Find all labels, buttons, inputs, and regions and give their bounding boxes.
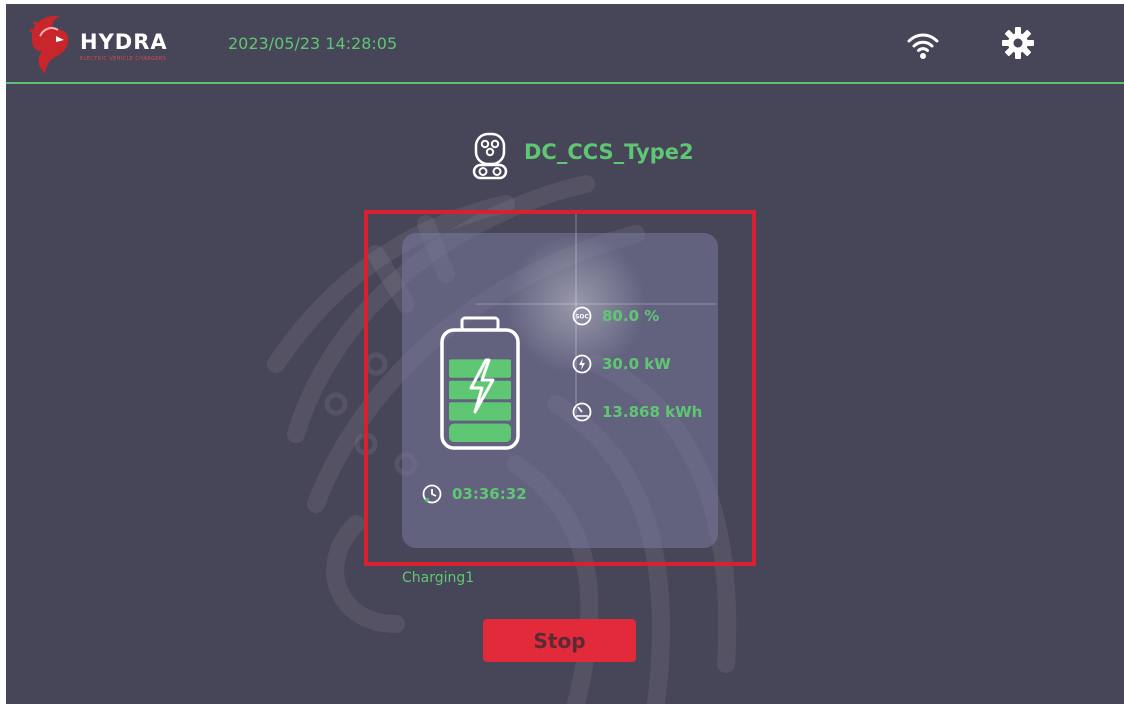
highlight-frame <box>364 210 756 566</box>
battery-segment <box>449 338 511 356</box>
soc-icon: SOC <box>572 306 592 326</box>
gear-icon[interactable] <box>1001 26 1035 60</box>
connector-name: DC_CCS_Type2 <box>524 140 694 164</box>
dragon-logo-icon <box>29 15 69 74</box>
elapsed-time: 03:36:32 <box>452 485 527 503</box>
ccs-connector-icon <box>472 132 508 180</box>
battery-level-indicator <box>439 316 521 450</box>
energy-value: 13.868 kWh <box>602 403 703 421</box>
power-bolt-icon <box>572 354 592 374</box>
charging-status: Charging1 <box>402 570 475 586</box>
energy-row: 13.868 kWh <box>572 402 702 422</box>
battery-segment <box>449 423 511 442</box>
power-row: 30.0 kW <box>572 354 671 374</box>
soc-value: 80.0 % <box>602 307 660 325</box>
power-value: 30.0 kW <box>602 355 671 373</box>
clock-icon <box>422 484 442 504</box>
soc-row: SOC 80.0 % <box>572 306 659 326</box>
charger-screen: HYDRA ELECTRIC VEHICLE CHARGERS 2023/05/… <box>6 4 1124 704</box>
energy-gauge-icon <box>572 402 592 422</box>
logo-text: HYDRA <box>80 30 168 54</box>
logo-subtext: ELECTRIC VEHICLE CHARGERS <box>80 56 167 62</box>
svg-text:SOC: SOC <box>575 314 589 321</box>
hydra-logo: HYDRA ELECTRIC VEHICLE CHARGERS <box>26 10 186 74</box>
datetime-display: 2023/05/23 14:28:05 <box>228 34 398 53</box>
elapsed-row: 03:36:32 <box>422 484 527 504</box>
top-bar: HYDRA ELECTRIC VEHICLE CHARGERS 2023/05/… <box>6 4 1124 84</box>
wifi-icon[interactable] <box>906 28 940 62</box>
stop-button[interactable]: Stop <box>483 619 636 662</box>
